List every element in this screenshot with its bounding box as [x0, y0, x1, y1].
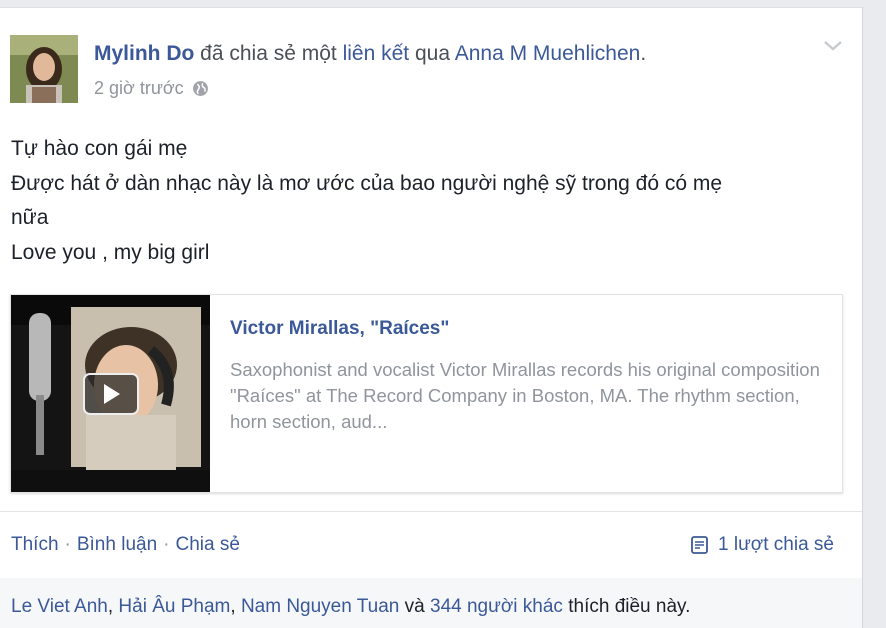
separator: · [163, 534, 170, 555]
post-time[interactable]: 2 giờ trước [94, 78, 184, 99]
message-line: nữa [11, 206, 49, 229]
chevron-down-icon[interactable] [822, 38, 844, 54]
post-time-row: 2 giờ trước [94, 78, 209, 99]
globe-icon[interactable] [192, 80, 209, 97]
message-line: Love you , my big girl [11, 240, 210, 264]
share-count-label: 1 lượt chia sẻ [718, 534, 835, 555]
message-line: Tự hào con gái mẹ [11, 137, 188, 160]
share-count[interactable]: 1 lượt chia sẻ [690, 534, 834, 556]
link-word[interactable]: liên kết [343, 42, 410, 65]
action-text: đã chia sẻ một [200, 42, 337, 65]
shared-title[interactable]: Victor Mirallas, "Raíces" [230, 318, 449, 340]
message-line: Được hát ở dàn nhạc này là mơ ước của ba… [11, 171, 723, 195]
action-bar: Thích · Bình luận · Chia sẻ [11, 534, 240, 556]
author-name[interactable]: Mylinh Do [94, 42, 194, 65]
others-link[interactable]: 344 người khác [430, 596, 563, 617]
via-user[interactable]: Anna M Muehlichen [455, 42, 641, 65]
shared-link-card[interactable]: Victor Mirallas, "Raíces" Saxophonist an… [10, 294, 843, 493]
divider [0, 511, 862, 512]
comma: , [107, 596, 114, 617]
post-message: Tự hào con gái mẹ Được hát ở dàn nhạc nà… [11, 132, 851, 270]
like-link[interactable]: Thích [11, 534, 59, 555]
liker-name[interactable]: Nam Nguyen Tuan [241, 596, 399, 617]
share-link[interactable]: Chia sẻ [175, 534, 239, 555]
shared-description: Saxophonist and vocalist Victor Mirallas… [230, 359, 820, 432]
likes-suffix: thích điều này. [568, 596, 691, 617]
avatar-photo [10, 35, 78, 103]
comment-link[interactable]: Bình luận [77, 534, 157, 555]
avatar[interactable] [10, 35, 78, 103]
play-icon[interactable] [83, 373, 139, 415]
liker-name[interactable]: Hải Âu Phạm [118, 596, 230, 617]
and-text: và [404, 596, 425, 617]
post-card: Mylinh Do đã chia sẻ một liên kết qua An… [0, 7, 863, 628]
video-thumbnail[interactable] [11, 295, 210, 492]
comma: , [230, 596, 236, 617]
share-count-icon [691, 536, 708, 554]
separator: · [64, 534, 71, 555]
via-text: qua [414, 42, 451, 65]
likes-summary: Le Viet Anh, Hải Âu Phạm, Nam Nguyen Tua… [11, 596, 690, 618]
post-header: Mylinh Do đã chia sẻ một liên kết qua An… [94, 42, 646, 66]
liker-name[interactable]: Le Viet Anh [11, 596, 108, 617]
header-period: . [640, 42, 647, 65]
